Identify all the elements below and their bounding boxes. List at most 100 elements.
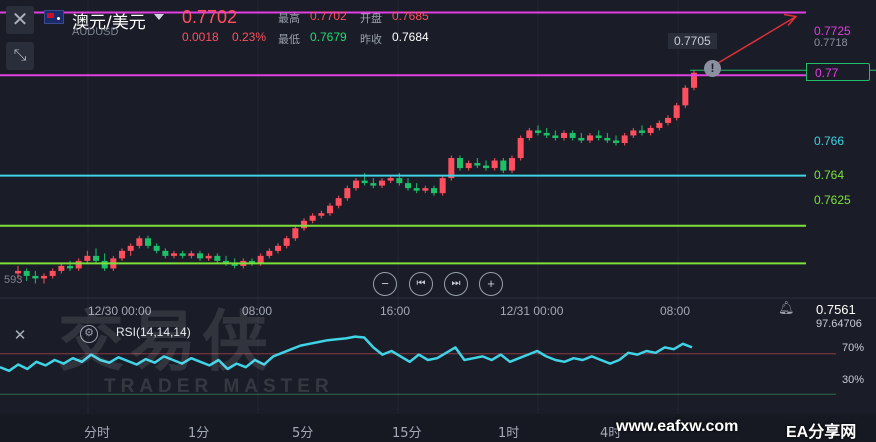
crosshair-price-label: 0.7705 (668, 33, 717, 49)
candle-body (153, 245, 160, 251)
tf-15m[interactable]: 15分 (392, 422, 422, 441)
candle-body (214, 255, 221, 261)
shrink-icon[interactable]: ⤡ (6, 42, 34, 70)
candle-body (171, 253, 177, 256)
candle-body (500, 160, 507, 171)
candle-body (309, 215, 316, 221)
level-tag-77: 0.77 (806, 63, 870, 81)
level-tag-7625: 0.7625 (806, 191, 870, 209)
au-flag-icon (44, 10, 64, 24)
bell-icon[interactable]: 🔔︎ (778, 300, 795, 316)
candle-body (67, 265, 73, 269)
high-label: 最高 (278, 12, 300, 25)
candle-body (127, 245, 134, 251)
candle-body (283, 238, 290, 246)
candle-body (491, 160, 498, 169)
brand-en-watermark: TRADER MASTER (104, 376, 334, 397)
time-label-2: 16:00 (380, 304, 411, 318)
candle-body (335, 198, 342, 206)
candle-body (587, 135, 593, 141)
candle-body (379, 180, 385, 186)
rsi-30-label: 30% (842, 374, 865, 386)
candle-body (630, 130, 637, 136)
candle-body (387, 178, 394, 181)
candle-body (526, 130, 533, 138)
candle-body (327, 205, 333, 214)
info-icon[interactable]: ! (704, 60, 721, 77)
time-label-3: 12/31 00:00 (500, 304, 564, 318)
time-label-4: 08:00 (660, 304, 691, 318)
candle-body (136, 238, 143, 246)
candle-body (197, 253, 203, 259)
left-axis-value: 593 (4, 274, 23, 286)
candle-body (84, 255, 91, 261)
tf-1m[interactable]: 1分 (188, 422, 209, 441)
candle-body (344, 188, 351, 199)
candle-body (75, 260, 82, 269)
candle-body (119, 250, 125, 259)
candle-body (595, 135, 602, 138)
timeframe-bar (0, 414, 876, 442)
rsi-70-label: 70% (842, 342, 865, 354)
candle-body (101, 260, 108, 269)
price-change-pct: 0.23% (232, 30, 267, 44)
candle-body (23, 270, 30, 276)
level-tag-7718: 0.7718 (814, 37, 848, 49)
candle-body (673, 105, 680, 118)
tf-tick[interactable]: 分时 (84, 422, 110, 441)
tf-5m[interactable]: 5分 (292, 422, 313, 441)
candle-body (413, 188, 420, 191)
close-indicator-icon[interactable]: ✕ (6, 322, 34, 350)
close-icon[interactable]: ✕ (6, 6, 34, 34)
candle-body (301, 220, 307, 229)
level-tag-766: 0.766 (806, 132, 870, 150)
candle-body (613, 140, 619, 143)
candle-body (604, 137, 611, 141)
open-label: 开盘 (360, 12, 382, 25)
candle-body (32, 275, 39, 279)
candle-body (682, 87, 689, 106)
candle-body (639, 130, 645, 133)
candle-body (465, 163, 472, 169)
candle-body (543, 132, 550, 136)
candle-body (535, 130, 541, 133)
candle-body (578, 137, 585, 141)
high-value: 0.7702 (310, 9, 347, 23)
candle-body (561, 132, 567, 138)
low-value: 0.7679 (310, 30, 347, 44)
candle-body (361, 180, 368, 184)
candle-body (431, 188, 437, 194)
rsi-current-value: 0.7561 (816, 302, 856, 317)
rsi-top-value: 97.64706 (816, 318, 862, 330)
candle-body (353, 180, 359, 189)
candle-body (58, 265, 65, 271)
candle-body (552, 135, 559, 138)
price-change: 0.0018 (182, 30, 219, 44)
last-price: 0.7702 (182, 7, 238, 27)
candle-body (179, 253, 186, 256)
candle-body (162, 250, 169, 256)
zoom-out-button[interactable]: − (373, 272, 397, 296)
candle-body (257, 255, 264, 264)
candle-body (266, 250, 273, 256)
candle-body (621, 135, 628, 143)
candle-body (656, 122, 663, 128)
candle-body (205, 255, 212, 259)
site-name-watermark: EA分享网 (786, 424, 857, 441)
candle-body (405, 183, 411, 189)
candle-body (49, 270, 56, 276)
candle-body (370, 183, 377, 186)
zoom-in-button[interactable]: + (479, 272, 503, 296)
candle-body (474, 163, 481, 166)
candle-body (275, 245, 281, 251)
candle-body (396, 178, 403, 184)
candle-body (292, 228, 299, 239)
prev-button[interactable]: ⏮ (409, 272, 433, 296)
chevron-down-icon[interactable] (154, 14, 164, 20)
candle-body (422, 188, 429, 191)
level-tag-764: 0.764 (806, 166, 870, 184)
candle-body (41, 275, 47, 279)
candle-body (93, 255, 99, 261)
tf-1h[interactable]: 1时 (498, 422, 519, 441)
next-button[interactable]: ⏭ (444, 272, 468, 296)
